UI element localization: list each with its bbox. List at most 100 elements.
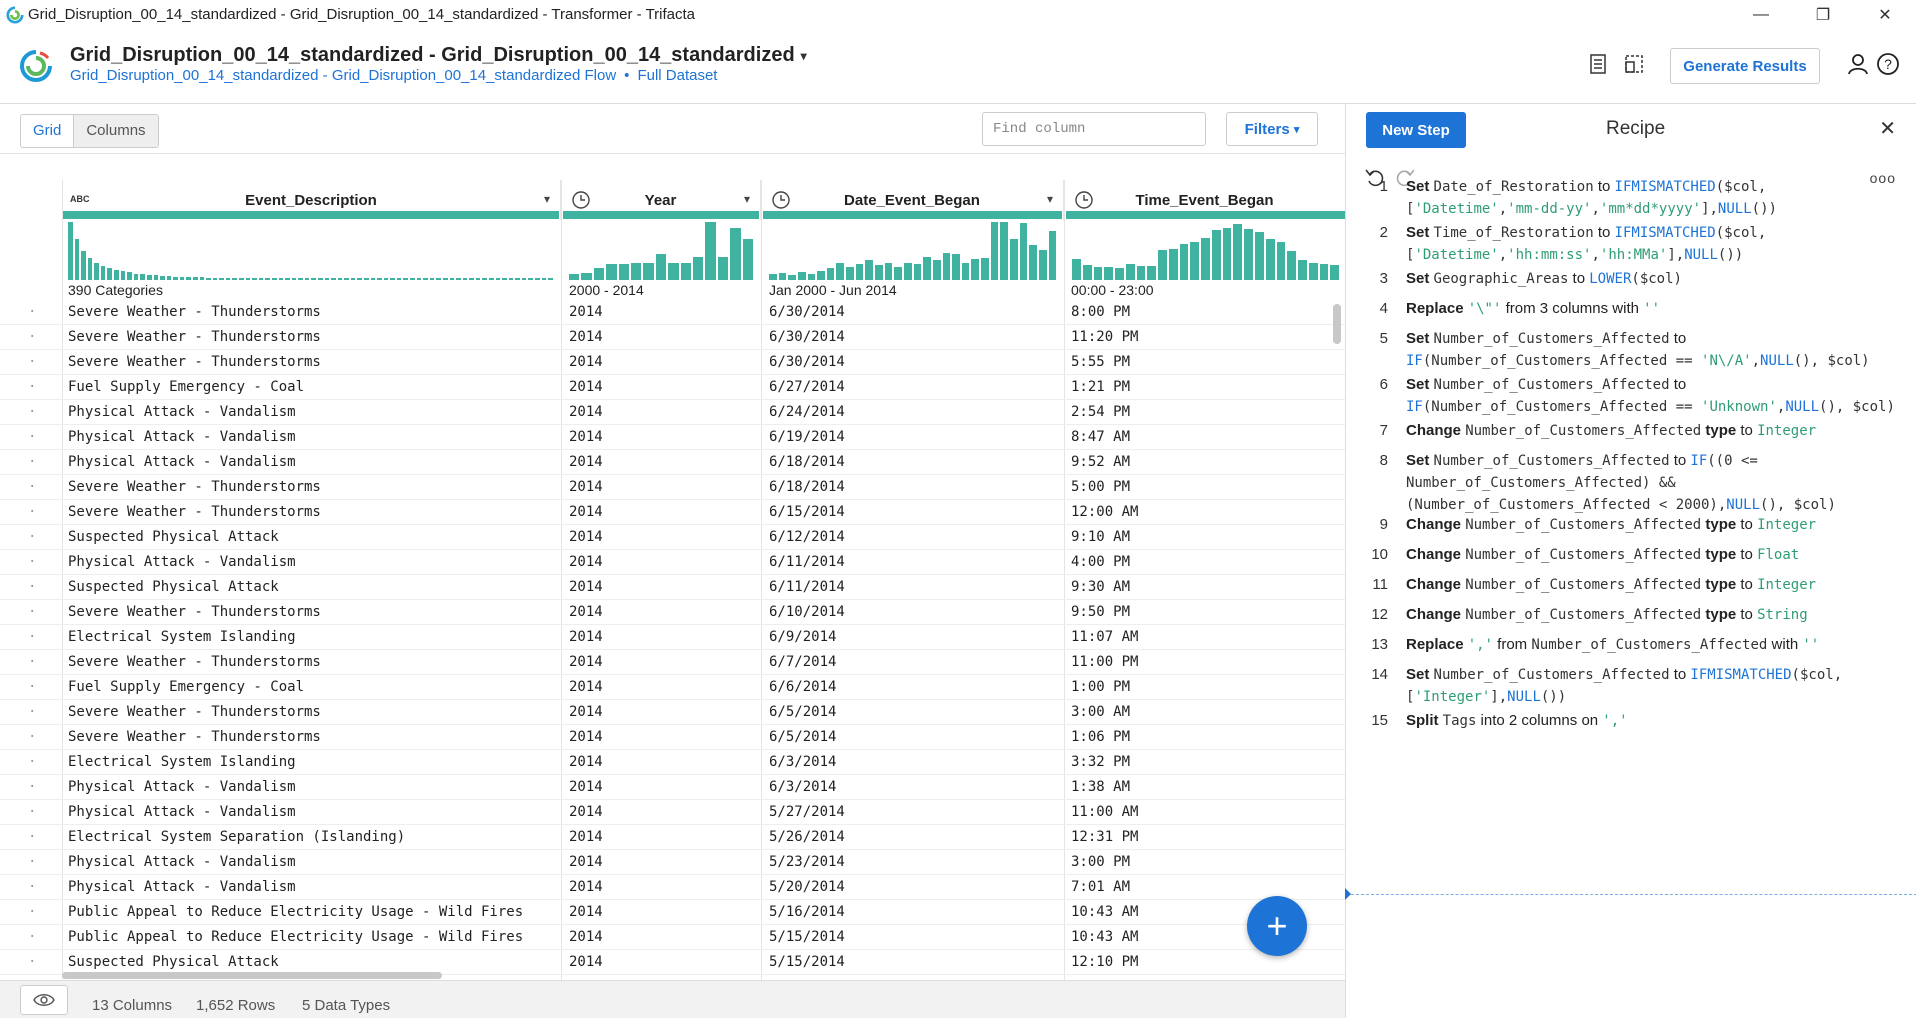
histogram-bar[interactable] bbox=[1233, 224, 1243, 280]
cell-year[interactable]: 2014 bbox=[569, 354, 603, 370]
cell-time-event-began[interactable]: 8:47 AM bbox=[1071, 429, 1130, 445]
histogram-bar[interactable] bbox=[680, 262, 692, 280]
histogram-bar[interactable] bbox=[971, 259, 980, 280]
histogram-event-description[interactable] bbox=[62, 220, 559, 280]
generate-results-button[interactable]: Generate Results bbox=[1670, 48, 1820, 84]
histogram-bar[interactable] bbox=[252, 277, 257, 280]
histogram-bar[interactable] bbox=[1308, 262, 1318, 280]
histogram-bar[interactable] bbox=[357, 277, 363, 280]
cell-time-event-began[interactable]: 9:52 AM bbox=[1071, 454, 1130, 470]
cell-date-event-began[interactable]: 5/15/2014 bbox=[769, 954, 845, 970]
cell-event-description[interactable]: Suspected Physical Attack bbox=[68, 529, 279, 545]
cell-year[interactable]: 2014 bbox=[569, 879, 603, 895]
cell-event-description[interactable]: Physical Attack - Vandalism bbox=[68, 854, 296, 870]
histogram-bar[interactable] bbox=[541, 277, 547, 280]
histogram-bar[interactable] bbox=[429, 277, 435, 280]
histogram-bar[interactable] bbox=[705, 222, 716, 280]
histogram-bar[interactable] bbox=[462, 277, 468, 280]
chevron-down-icon[interactable]: ▾ bbox=[1047, 192, 1053, 206]
cell-event-description[interactable]: Physical Attack - Vandalism bbox=[68, 554, 296, 570]
histogram-bar[interactable] bbox=[717, 256, 729, 280]
histogram-bar[interactable] bbox=[923, 256, 931, 280]
histogram-bar[interactable] bbox=[377, 277, 382, 280]
histogram-bar[interactable] bbox=[1147, 266, 1157, 280]
cell-date-event-began[interactable]: 6/19/2014 bbox=[769, 429, 845, 445]
cell-time-event-began[interactable]: 1:21 PM bbox=[1071, 379, 1130, 395]
restore-button[interactable]: ❐ bbox=[1792, 0, 1854, 30]
grid-view-button[interactable]: Grid bbox=[21, 115, 75, 147]
cell-event-description[interactable]: Severe Weather - Thunderstorms bbox=[68, 604, 321, 620]
chevron-down-icon[interactable]: ▾ bbox=[544, 192, 550, 206]
histogram-bar[interactable] bbox=[258, 277, 264, 280]
histogram-bar[interactable] bbox=[502, 277, 507, 280]
cell-time-event-began[interactable]: 1:38 AM bbox=[1071, 779, 1130, 795]
histogram-bar[interactable] bbox=[416, 277, 422, 280]
cell-time-event-began[interactable]: 3:00 PM bbox=[1071, 854, 1130, 870]
flow-link[interactable]: Grid_Disruption_00_14_standardized - Gri… bbox=[70, 67, 616, 84]
table-row[interactable]: · Severe Weather - Thunderstorms 2014 6/5/2… bbox=[0, 700, 1345, 725]
table-row[interactable]: · Fuel Supply Emergency - Coal 2014 6/27/20… bbox=[0, 375, 1345, 400]
data-quality-bar[interactable] bbox=[763, 211, 1062, 219]
histogram-bar[interactable] bbox=[1287, 251, 1297, 280]
filters-button[interactable]: Filters ▾ bbox=[1226, 112, 1318, 146]
histogram-bar[interactable] bbox=[894, 267, 902, 280]
histogram-bar[interactable] bbox=[1019, 223, 1028, 280]
histogram-bar[interactable] bbox=[961, 262, 970, 280]
cell-time-event-began[interactable]: 12:10 PM bbox=[1071, 954, 1138, 970]
table-row[interactable]: · Physical Attack - Vandalism 2014 6/24/201… bbox=[0, 400, 1345, 425]
histogram-bar[interactable] bbox=[990, 222, 999, 280]
histogram-bar[interactable] bbox=[456, 277, 461, 280]
cell-year[interactable]: 2014 bbox=[569, 304, 603, 320]
histogram-bar[interactable] bbox=[74, 239, 80, 280]
horizontal-scrollbar[interactable] bbox=[62, 972, 442, 979]
cell-event-description[interactable]: Suspected Physical Attack bbox=[68, 954, 279, 970]
cell-event-description[interactable]: Public Appeal to Reduce Electricity Usag… bbox=[68, 904, 523, 920]
cell-year[interactable]: 2014 bbox=[569, 704, 603, 720]
cell-date-event-began[interactable]: 6/18/2014 bbox=[769, 479, 845, 495]
histogram-bar[interactable] bbox=[219, 277, 224, 280]
cell-time-event-began[interactable]: 2:54 PM bbox=[1071, 404, 1130, 420]
histogram-bar[interactable] bbox=[68, 222, 73, 280]
cell-date-event-began[interactable]: 6/3/2014 bbox=[769, 754, 836, 770]
table-row[interactable]: · Electrical System Separation (Islanding… bbox=[0, 825, 1345, 850]
histogram-bar[interactable] bbox=[239, 277, 244, 280]
histogram-bar[interactable] bbox=[1211, 230, 1221, 280]
cell-date-event-began[interactable]: 5/27/2014 bbox=[769, 804, 845, 820]
recipe-step[interactable]: 3 Set Geographic_Areas to LOWER($col) bbox=[1366, 268, 1906, 290]
histogram-bar[interactable] bbox=[836, 262, 845, 280]
histogram-bar[interactable] bbox=[535, 277, 540, 280]
recipe-step[interactable]: 11 Change Number_of_Customers_Affected ty… bbox=[1366, 574, 1906, 596]
cell-year[interactable]: 2014 bbox=[569, 479, 603, 495]
cell-date-event-began[interactable]: 6/9/2014 bbox=[769, 629, 836, 645]
recipe-step[interactable]: 9 Change Number_of_Customers_Affected typ… bbox=[1366, 514, 1906, 536]
cell-time-event-began[interactable]: 11:20 PM bbox=[1071, 329, 1138, 345]
histogram-bar[interactable] bbox=[655, 253, 667, 280]
cell-event-description[interactable]: Physical Attack - Vandalism bbox=[68, 454, 296, 470]
histogram-bar[interactable] bbox=[875, 264, 883, 280]
histogram-bar[interactable] bbox=[173, 276, 178, 280]
histogram-bar[interactable] bbox=[778, 273, 787, 280]
histogram-bar[interactable] bbox=[1168, 248, 1178, 280]
dataset-details-icon[interactable] bbox=[1586, 52, 1610, 76]
recipe-step[interactable]: 10 Change Number_of_Customers_Affected ty… bbox=[1366, 544, 1906, 566]
recipe-step[interactable]: 2 Set Time_of_Restoration to IFMISMATCHED… bbox=[1366, 222, 1906, 266]
table-row[interactable]: · Physical Attack - Vandalism 2014 5/23/201… bbox=[0, 850, 1345, 875]
table-row[interactable]: · Fuel Supply Emergency - Coal 2014 6/6/201… bbox=[0, 675, 1345, 700]
cell-date-event-began[interactable]: 6/3/2014 bbox=[769, 779, 836, 795]
histogram-bar[interactable] bbox=[146, 274, 152, 280]
column-select-icon[interactable] bbox=[1622, 52, 1646, 76]
histogram-bar[interactable] bbox=[489, 277, 494, 280]
cell-year[interactable]: 2014 bbox=[569, 904, 603, 920]
histogram-bar[interactable] bbox=[548, 277, 553, 280]
cell-year[interactable]: 2014 bbox=[569, 929, 603, 945]
histogram-bar[interactable] bbox=[913, 263, 922, 280]
histogram-bar[interactable] bbox=[304, 277, 310, 280]
histogram-bar[interactable] bbox=[846, 267, 854, 280]
columns-view-button[interactable]: Columns bbox=[74, 115, 158, 147]
cell-event-description[interactable]: Severe Weather - Thunderstorms bbox=[68, 329, 321, 345]
cell-date-event-began[interactable]: 5/20/2014 bbox=[769, 879, 845, 895]
histogram-bar[interactable] bbox=[1136, 266, 1146, 280]
cell-time-event-began[interactable]: 3:32 PM bbox=[1071, 754, 1130, 770]
table-row[interactable]: · Severe Weather - Thunderstorms 2014 6/30/… bbox=[0, 350, 1345, 375]
histogram-bar[interactable] bbox=[423, 277, 428, 280]
